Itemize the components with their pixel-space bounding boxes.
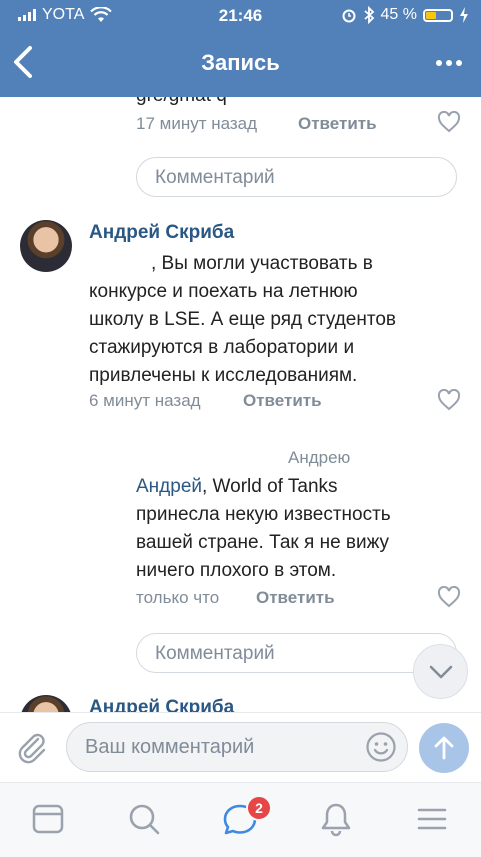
comment-time: только что bbox=[136, 588, 220, 607]
tab-bar: 2 bbox=[0, 782, 481, 857]
comment-text-line: конкурсе и поехать на летнюю bbox=[89, 281, 358, 302]
emoji-icon[interactable] bbox=[365, 731, 397, 763]
comment-text-line: ничего плохого в этом. bbox=[136, 560, 337, 581]
unread-badge: 2 bbox=[246, 795, 272, 821]
chevron-down-icon bbox=[429, 665, 452, 678]
avatar[interactable] bbox=[20, 220, 72, 272]
menu-tab-icon[interactable] bbox=[414, 801, 450, 837]
comment-author[interactable]: Андрей Скриба bbox=[89, 697, 234, 712]
page-title: Запись bbox=[201, 50, 280, 75]
comment-text: , Вы могли участвовать в конкурсе и поех… bbox=[89, 250, 429, 390]
arrow-up-icon bbox=[434, 736, 454, 760]
news-tab-icon[interactable] bbox=[30, 801, 66, 837]
heart-icon[interactable] bbox=[437, 586, 461, 608]
comment-field[interactable]: Ваш комментарий bbox=[66, 722, 408, 772]
comment-input[interactable]: Комментарий bbox=[136, 633, 457, 673]
comment-text-line: стажируются в лаборатории и bbox=[89, 337, 355, 358]
avatar[interactable] bbox=[20, 695, 72, 712]
bluetooth-icon bbox=[363, 6, 374, 24]
top-bar: YOTA 21:46 45 % Запись bbox=[0, 0, 481, 97]
comments-list: gre/gmat q 17 минут назад Ответить Комме… bbox=[0, 97, 481, 712]
previous-comment-text: gre/gmat q bbox=[136, 97, 227, 107]
comment-text-line: привлечены к исследованиям. bbox=[89, 365, 358, 386]
comment-author[interactable]: Андрей Скриба bbox=[89, 222, 234, 244]
comment-composer: Ваш комментарий bbox=[0, 712, 481, 783]
scroll-down-button[interactable] bbox=[413, 644, 468, 699]
mention-link[interactable]: Андрей bbox=[136, 476, 202, 497]
attach-icon[interactable] bbox=[16, 731, 48, 765]
comment-text-line: принесла некую известность bbox=[136, 504, 391, 525]
comment-text-line: вашей стране. Так я не вижу bbox=[136, 532, 390, 553]
status-bar: YOTA 21:46 45 % bbox=[0, 0, 481, 32]
reply-to-label[interactable]: Андрею bbox=[288, 448, 350, 468]
search-tab-icon[interactable] bbox=[126, 801, 162, 837]
status-right: 45 % bbox=[341, 6, 469, 24]
comment-text-line: Андрей, World of Tanks bbox=[136, 473, 436, 501]
reply-button[interactable]: Ответить bbox=[298, 114, 377, 134]
reply-button[interactable]: Ответить bbox=[256, 588, 335, 608]
comment-text: Андрей, World of Tanks принесла некую из… bbox=[136, 473, 436, 585]
comment-time: 17 минут назад bbox=[136, 114, 258, 133]
comment-input[interactable]: Комментарий bbox=[136, 157, 457, 197]
alarm-icon bbox=[342, 9, 356, 23]
comment-text-line: школу в LSE. А еще ряд студентов bbox=[89, 309, 396, 330]
comment-time: 6 минут назад bbox=[89, 391, 201, 410]
comment-text-line: , Вы могли участвовать в bbox=[151, 253, 373, 274]
nav-bar: Запись bbox=[0, 38, 481, 90]
reply-button[interactable]: Ответить bbox=[243, 391, 322, 411]
comment-text-fragment: , World of Tanks bbox=[202, 476, 338, 497]
heart-icon[interactable] bbox=[437, 389, 461, 411]
notifications-tab-icon[interactable] bbox=[318, 801, 354, 837]
heart-icon[interactable] bbox=[437, 111, 461, 133]
send-button[interactable] bbox=[419, 723, 469, 773]
more-button[interactable] bbox=[431, 48, 467, 78]
battery-percent: 45 % bbox=[380, 6, 417, 23]
charging-icon bbox=[460, 7, 468, 23]
battery-icon bbox=[423, 8, 453, 22]
